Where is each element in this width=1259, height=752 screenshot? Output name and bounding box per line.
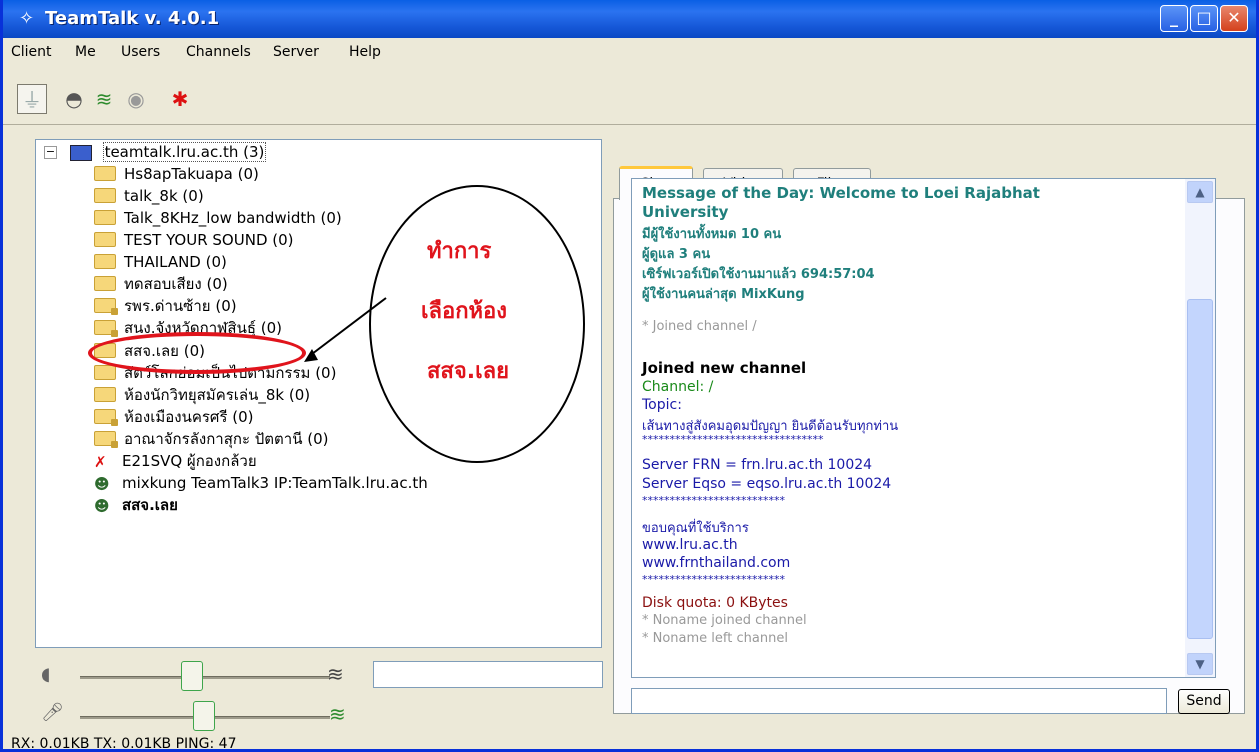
voice-level-icon: ≋: [327, 662, 344, 686]
status-bar: RX: 0.01KB TX: 0.01KB PING: 47: [11, 736, 237, 752]
highlight-ellipse: [88, 332, 306, 374]
microphone-icon: 🎤︎: [41, 702, 64, 723]
chat-line: **************************: [642, 494, 785, 507]
voice-activation-icon[interactable]: ≋: [89, 84, 119, 114]
chat-input[interactable]: [631, 688, 1167, 714]
menu-channels[interactable]: Channels: [186, 44, 251, 60]
scroll-down-icon[interactable]: ▼: [1187, 653, 1213, 675]
menu-users[interactable]: Users: [121, 44, 160, 60]
channel-tree: − teamtalk.lru.ac.th (3) Hs8apTakuapa (0…: [35, 139, 602, 648]
webcam-icon[interactable]: ◉: [121, 84, 151, 114]
chat-line: Channel: /: [642, 379, 714, 395]
motd-line: ผู้ดูแล 3 คน: [642, 247, 711, 262]
menu-help[interactable]: Help: [349, 44, 381, 60]
minimize-button[interactable]: _: [1160, 5, 1188, 32]
speaker-icon: ◖: [41, 664, 51, 685]
menu-client[interactable]: Client: [11, 44, 52, 60]
menu-bar: Client Me Users Channels Server Help: [3, 38, 1256, 66]
motd-line: University: [642, 203, 729, 221]
chat-history[interactable]: Message of the Day: Welcome to Loei Raja…: [631, 178, 1216, 678]
volume-row: ◖ ≋: [35, 656, 605, 696]
teamtalk-logo-icon: ✧: [19, 8, 35, 29]
chat-line: * Noname left channel: [642, 631, 788, 646]
activation-icon: ≋: [329, 702, 346, 726]
voice-level-field[interactable]: [373, 661, 603, 688]
chat-line: * Noname joined channel: [642, 613, 807, 628]
chat-line: www.lru.ac.th: [642, 537, 738, 553]
toolbar: ⏚ ◓ ≋ ◉ ✱: [3, 68, 1256, 125]
chat-line: **************************: [642, 573, 785, 586]
chat-line: Disk quota: 0 KBytes: [642, 595, 788, 611]
chat-line: Joined new channel: [642, 359, 807, 377]
motd-line: มีผู้ใช้งานทั้งหมด 10 คน: [642, 227, 782, 242]
chat-line: * Joined channel /: [642, 319, 757, 334]
chat-scrollbar[interactable]: ▲ ▼: [1185, 179, 1215, 677]
scroll-up-icon[interactable]: ▲: [1187, 181, 1213, 203]
mic-gain-slider[interactable]: [193, 701, 215, 731]
stop-transmit-icon[interactable]: ✱: [165, 84, 195, 114]
headset-icon[interactable]: ◓: [59, 84, 89, 114]
maximize-button[interactable]: □: [1190, 5, 1218, 32]
chat-line: www.frnthailand.com: [642, 555, 791, 571]
volume-slider[interactable]: [181, 661, 203, 691]
title-bar[interactable]: ✧ TeamTalk v. 4.0.1 _ □ ✕: [3, 0, 1256, 38]
chat-line: ขอบคุณที่ใช้บริการ: [642, 521, 749, 536]
mic-row: 🎤︎ ≋: [35, 696, 605, 736]
send-button[interactable]: Send: [1178, 689, 1230, 714]
annotation-arrow: [304, 297, 387, 362]
chat-line: *********************************: [642, 433, 824, 446]
motd-line: Message of the Day: Welcome to Loei Raja…: [642, 184, 1040, 202]
menu-me[interactable]: Me: [75, 44, 96, 60]
chat-line: Topic:: [642, 397, 682, 413]
menu-server[interactable]: Server: [273, 44, 319, 60]
motd-line: เซิร์ฟเวอร์เปิดใช้งานมาแล้ว 694:57:04: [642, 267, 875, 282]
volume-track: [80, 676, 330, 679]
teamtalk-window: ✧ TeamTalk v. 4.0.1 _ □ ✕ Client Me User…: [0, 0, 1259, 752]
window-title: TeamTalk v. 4.0.1: [45, 8, 220, 29]
connect-icon[interactable]: ⏚: [17, 84, 47, 114]
scroll-thumb[interactable]: [1187, 299, 1213, 639]
chat-line: Server FRN = frn.lru.ac.th 10024: [642, 457, 873, 473]
motd-line: ผู้ใช้งานคนล่าสุด MixKung: [642, 287, 805, 302]
chat-line: Server Eqso = eqso.lru.ac.th 10024: [642, 476, 892, 492]
close-button[interactable]: ✕: [1220, 5, 1248, 32]
